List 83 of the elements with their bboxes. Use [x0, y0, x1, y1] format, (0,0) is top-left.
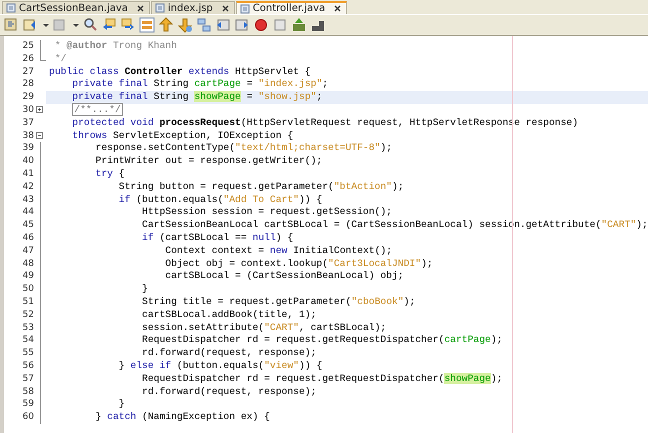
line-number: 59 — [22, 398, 35, 412]
code-line: private final String cartPage = "index.jsp"; — [71, 78, 330, 92]
line-number: 54 — [22, 334, 35, 348]
file-icon — [6, 3, 16, 13]
code-line: throws ServletException, IOException { — [71, 130, 294, 142]
line-number: 25 — [22, 40, 35, 53]
line-number: 51 — [22, 296, 35, 309]
shift-left-icon[interactable] — [215, 17, 231, 33]
line-number: 48 — [22, 258, 35, 270]
collapse-icon[interactable] — [36, 132, 43, 139]
line-number: 26 — [22, 52, 35, 66]
file-tab[interactable]: index.jsp — [150, 1, 235, 14]
code-line: rd.forward(request, response); — [141, 386, 318, 398]
next-icon[interactable] — [120, 17, 136, 33]
file-tab[interactable]: Controller.java — [236, 1, 348, 14]
close-icon[interactable] — [334, 5, 342, 12]
line-number: 30 — [22, 104, 35, 117]
code-line: } else if (button.equals("view")) { — [118, 360, 324, 373]
code-line: String button = request.getParameter("btAction"); — [118, 180, 405, 194]
bookmark-icon[interactable] — [196, 17, 212, 33]
line-number: 38 — [22, 130, 35, 142]
close-icon[interactable] — [222, 4, 229, 12]
line-number: 47 — [22, 244, 35, 258]
code-line: } — [118, 398, 126, 412]
code-line: RequestDispatcher rd = request.getRequestDispatcher(showPage); — [141, 372, 504, 386]
code-line: CartSessionBeanLocal cartSBLocal = (CartSessionBeanLocal) session.getAttribute("CART"); — [141, 219, 648, 232]
code-line: RequestDispatcher rd = request.getRequestDispatcher(cartPage); — [141, 334, 504, 348]
run-icon[interactable] — [291, 17, 307, 33]
line-number: 46 — [22, 232, 35, 245]
code-line: rd.forward(request, response); — [141, 347, 318, 360]
line-number: 45 — [22, 219, 35, 232]
code-line: cartSBLocal.addBook(title, 1); — [141, 308, 318, 322]
shift-right-icon[interactable] — [234, 17, 250, 33]
previous-icon[interactable] — [101, 17, 117, 33]
code-line: try { — [94, 168, 126, 181]
file-icon — [240, 4, 250, 14]
code-line: } catch (NamingException ex) { — [94, 411, 271, 424]
toggle-highlight-icon[interactable] — [139, 17, 155, 33]
code-line: if (cartSBLocal == null) { — [141, 232, 294, 245]
line-number: 42 — [22, 180, 35, 194]
code-line: PrintWriter out = response.getWriter(); — [94, 155, 324, 168]
code-line: Object obj = context.lookup("Cart3LocalJNDI"); — [164, 258, 434, 270]
code-line: cartSBLocal = (CartSessionBeanLocal) obj; — [164, 270, 405, 284]
line-number: 60 — [22, 411, 35, 424]
line-number: 49 — [22, 270, 35, 284]
line-number: 40 — [22, 155, 35, 168]
down-arrow-icon[interactable] — [177, 17, 193, 33]
up-arrow-icon[interactable] — [158, 17, 174, 33]
line-number: 57 — [22, 372, 35, 386]
file-icon — [154, 3, 165, 13]
line-number: 50 — [22, 283, 35, 296]
code-line: String title = request.getParameter("cboBook"); — [141, 296, 416, 309]
record-icon[interactable] — [253, 17, 269, 33]
code-line: protected void processRequest(HttpServletRequest request, HttpServletResponse response) — [71, 116, 580, 130]
line-number: 44 — [22, 206, 35, 220]
stop-icon[interactable] — [272, 17, 288, 33]
line-number: 27 — [22, 66, 35, 78]
code-line: session.setAttribute("CART", cartSBLocal); — [141, 322, 388, 334]
search-icon[interactable] — [82, 17, 98, 33]
back-icon[interactable] — [22, 17, 38, 33]
line-number: 53 — [22, 322, 35, 334]
line-number: 56 — [22, 360, 35, 373]
expand-icon[interactable] — [36, 106, 43, 113]
file-tab[interactable]: CartSessionBean.java — [2, 1, 150, 14]
code-line: response.setContentType("text/html;charset=UTF-8"); — [94, 142, 394, 156]
code-line: * @author Trong Khanh — [54, 40, 178, 53]
code-line: Context context = new InitialContext(); — [164, 244, 394, 258]
code-line: if (button.equals("Add To Cart")) { — [118, 194, 324, 206]
line-number: 52 — [22, 308, 35, 322]
line-number: 58 — [22, 386, 35, 398]
code-line: } — [141, 283, 149, 296]
code-line: HttpSession session = request.getSession(); — [141, 206, 393, 220]
code-line: public class Controller extends HttpServlet { — [48, 66, 312, 78]
line-number: 37 — [22, 116, 35, 130]
code-line: */ — [54, 52, 68, 66]
history-icon[interactable] — [3, 17, 19, 33]
line-number: 39 — [22, 142, 35, 156]
line-number: 28 — [22, 78, 35, 92]
close-icon[interactable] — [136, 4, 144, 12]
line-number: 43 — [22, 194, 35, 206]
line-number: 41 — [22, 168, 35, 181]
line-number: 29 — [22, 91, 35, 104]
line-number: 55 — [22, 347, 35, 360]
